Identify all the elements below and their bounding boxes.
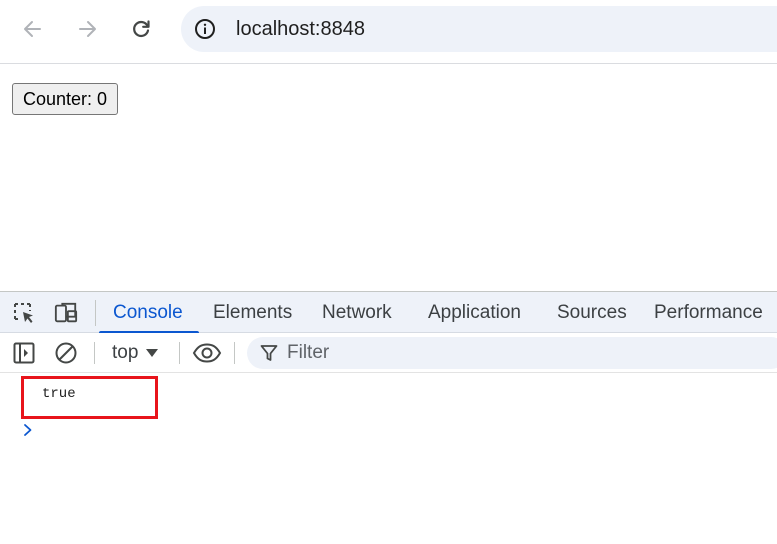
counter-button[interactable]: Counter: 0: [12, 83, 119, 115]
console-toolbar: top Filter: [0, 333, 777, 373]
eye-icon[interactable]: [192, 341, 222, 365]
inspect-element-icon[interactable]: [12, 301, 36, 325]
reload-button[interactable]: [125, 13, 157, 45]
console-prompt-icon[interactable]: [22, 423, 34, 437]
reload-icon: [130, 18, 152, 40]
devtools-panel: Console Elements Network Application Sou…: [0, 291, 777, 543]
device-toolbar-icon[interactable]: [54, 301, 78, 325]
clear-console-icon[interactable]: [54, 341, 78, 365]
console-log-entry: true: [42, 386, 76, 402]
tab-elements[interactable]: Elements: [213, 292, 292, 333]
dropdown-arrow-icon: [146, 341, 159, 365]
arrow-left-icon: [22, 18, 44, 40]
address-bar[interactable]: localhost:8848: [181, 6, 777, 52]
tab-application[interactable]: Application: [428, 292, 521, 333]
devtools-tab-bar: Console Elements Network Application Sou…: [0, 292, 777, 334]
toolbar-divider: [94, 342, 95, 364]
url-text[interactable]: localhost:8848: [236, 17, 365, 41]
tab-performance[interactable]: Performance: [654, 292, 763, 333]
context-selector[interactable]: top: [112, 341, 159, 365]
filter-input[interactable]: Filter: [247, 337, 777, 369]
browser-toolbar: localhost:8848: [0, 0, 777, 64]
toolbar-divider: [179, 342, 180, 364]
context-label: top: [112, 342, 139, 364]
console-output: true: [0, 373, 777, 544]
tab-sources[interactable]: Sources: [557, 292, 627, 333]
sidebar-toggle-icon[interactable]: [12, 341, 36, 365]
filter-placeholder: Filter: [287, 342, 330, 363]
tab-network[interactable]: Network: [322, 292, 392, 333]
tab-console[interactable]: Console: [99, 292, 199, 334]
toolbar-divider: [234, 342, 235, 364]
page-content: Counter: 0: [0, 65, 777, 291]
arrow-right-icon: [76, 18, 98, 40]
filter-icon: [260, 344, 278, 362]
forward-button[interactable]: [71, 13, 103, 45]
back-button[interactable]: [17, 13, 49, 45]
tab-divider: [95, 300, 96, 326]
info-circle-icon[interactable]: [193, 17, 217, 41]
